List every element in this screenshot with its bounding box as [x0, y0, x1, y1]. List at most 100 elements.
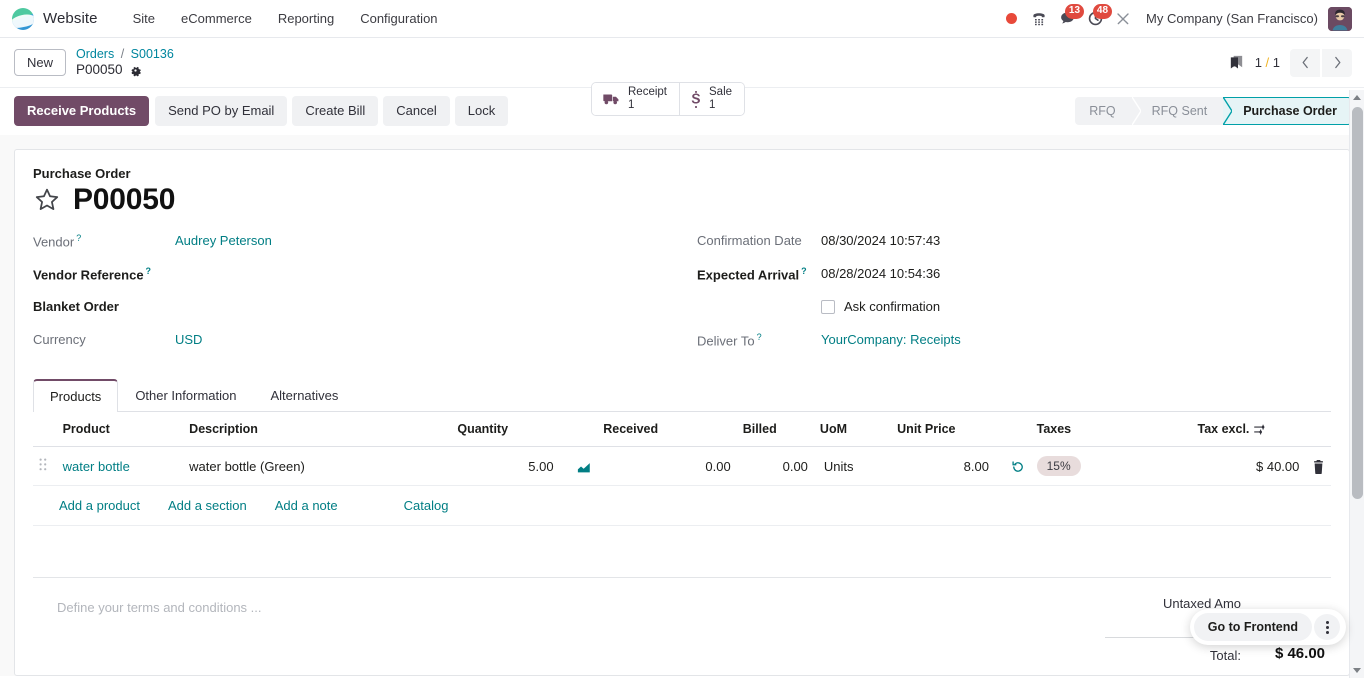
breadcrumb-orders[interactable]: Orders: [76, 47, 114, 61]
catalog-link[interactable]: Catalog: [404, 496, 449, 515]
control-panel: New Orders / S00136 P00050 Receipt 1 Sal…: [0, 38, 1364, 116]
chat-icon[interactable]: 13: [1054, 3, 1085, 32]
tab-other-information[interactable]: Other Information: [118, 379, 253, 412]
stat-button-receipt[interactable]: Receipt 1: [592, 83, 679, 115]
add-a-section-link[interactable]: Add a section: [168, 496, 247, 515]
field-deliver-to-label: Deliver To?: [697, 332, 762, 349]
cell-product[interactable]: water bottle: [56, 446, 184, 487]
col-description[interactable]: Description: [183, 412, 452, 448]
navbar-systray: 13 48 My Company (San Francisco): [998, 3, 1354, 32]
field-vendor-reference-label: Vendor Reference?: [33, 266, 152, 283]
status-arrow-icon: [1131, 96, 1142, 126]
bookmark-icon[interactable]: [1228, 54, 1245, 71]
col-billed[interactable]: Billed: [736, 412, 814, 448]
total-row-grand: Total: $ 46.00: [1061, 642, 1325, 665]
status-step-purchase-order[interactable]: Purchase Order: [1223, 97, 1352, 126]
favorite-star-icon[interactable]: [33, 186, 61, 214]
record-dot-icon[interactable]: [998, 6, 1024, 32]
app-brand[interactable]: Website: [12, 7, 98, 30]
scrollbar-thumb[interactable]: [1352, 107, 1363, 499]
ask-confirmation-label[interactable]: Ask confirmation: [844, 299, 940, 314]
field-confirmation-date-value[interactable]: 08/30/2024 10:57:43: [821, 231, 940, 248]
col-uom[interactable]: UoM: [813, 412, 892, 448]
create-bill-button[interactable]: Create Bill: [292, 96, 379, 127]
col-product[interactable]: Product: [56, 412, 184, 448]
menu-item-reporting[interactable]: Reporting: [265, 4, 347, 33]
ask-confirmation-checkbox[interactable]: [821, 299, 835, 314]
menu-item-site[interactable]: Site: [120, 4, 168, 33]
pager-previous-button[interactable]: [1290, 48, 1320, 77]
help-icon[interactable]: ?: [801, 266, 807, 276]
col-quantity[interactable]: Quantity: [451, 412, 598, 448]
col-tax-excl[interactable]: Tax excl.: [1191, 412, 1331, 448]
cell-tax-excl[interactable]: $ 40.00: [1191, 446, 1331, 487]
pager-counter[interactable]: 1 / 1: [1255, 55, 1280, 70]
dialpad-icon[interactable]: [1026, 6, 1052, 32]
total-value: $ 46.00: [1274, 645, 1325, 663]
scroll-up-icon[interactable]: [1350, 90, 1364, 105]
send-po-by-email-button[interactable]: Send PO by Email: [155, 96, 288, 127]
more-options-icon[interactable]: [1314, 614, 1340, 640]
cell-billed[interactable]: 0.00: [736, 446, 814, 487]
field-currency-value[interactable]: USD: [175, 330, 202, 347]
field-currency-label: Currency: [33, 332, 86, 348]
col-unit-price[interactable]: Unit Price: [891, 412, 1031, 448]
receive-products-button[interactable]: Receive Products: [14, 96, 150, 127]
drag-handle-icon[interactable]: [39, 458, 47, 474]
status-step-rfq[interactable]: RFQ: [1075, 96, 1142, 126]
status-step-rfq-sent[interactable]: RFQ Sent: [1131, 96, 1234, 126]
cell-description[interactable]: water bottle (Green): [183, 446, 452, 487]
scroll-down-icon[interactable]: [1350, 663, 1364, 678]
cell-taxes[interactable]: 15%: [1030, 446, 1192, 487]
menu-item-ecommerce[interactable]: eCommerce: [168, 4, 265, 33]
menu-item-configuration[interactable]: Configuration: [347, 4, 450, 33]
vertical-scrollbar[interactable]: [1349, 90, 1364, 678]
help-icon[interactable]: ?: [757, 332, 762, 342]
tax-badge[interactable]: 15%: [1036, 456, 1081, 477]
reset-price-icon[interactable]: [1011, 460, 1025, 474]
tab-alternatives[interactable]: Alternatives: [253, 379, 355, 412]
terms-and-conditions-input[interactable]: Define your terms and conditions ...: [33, 594, 1061, 665]
form-sheet-container: Purchase Order P00050 Vendor? Audrey Pet…: [0, 135, 1364, 677]
cell-uom[interactable]: Units: [813, 446, 892, 487]
pager-next-button[interactable]: [1322, 48, 1352, 77]
field-currency: Currency USD: [33, 330, 682, 363]
cell-unit-price[interactable]: 8.00: [891, 446, 1031, 487]
cancel-button[interactable]: Cancel: [383, 96, 450, 127]
company-switcher[interactable]: My Company (San Francisco): [1138, 11, 1326, 26]
new-record-button[interactable]: New: [14, 48, 67, 77]
add-a-product-link[interactable]: Add a product: [59, 496, 140, 515]
stat-button-sale[interactable]: Sale 1: [679, 83, 745, 115]
lock-button[interactable]: Lock: [454, 96, 509, 127]
pager-total: 1: [1272, 55, 1280, 70]
field-vendor-value[interactable]: Audrey Peterson: [175, 231, 272, 248]
add-a-note-link[interactable]: Add a note: [275, 496, 338, 515]
col-taxes[interactable]: Taxes: [1030, 412, 1192, 448]
tools-icon[interactable]: [1110, 6, 1136, 32]
status-label-rfq: RFQ: [1089, 104, 1116, 119]
row-drag-handle-cell: [33, 446, 57, 487]
help-icon[interactable]: ?: [76, 233, 81, 243]
status-label-rfq-sent: RFQ Sent: [1151, 104, 1208, 119]
help-icon[interactable]: ?: [146, 266, 152, 276]
table-actions-row: Add a product Add a section Add a note C…: [33, 485, 1331, 527]
clock-icon[interactable]: 48: [1082, 3, 1113, 32]
stat-receipt-label: Receipt: [628, 86, 667, 99]
col-received[interactable]: Received: [597, 412, 737, 448]
cell-quantity[interactable]: 5.00: [451, 446, 598, 487]
table-row[interactable]: water bottle water bottle (Green) 5.00 0…: [33, 446, 1331, 487]
breadcrumb-sale-order[interactable]: S00136: [131, 47, 174, 61]
go-to-frontend-button[interactable]: Go to Frontend: [1193, 613, 1312, 641]
field-vendor: Vendor? Audrey Peterson: [33, 231, 682, 264]
tab-products[interactable]: Products: [33, 379, 119, 413]
field-expected-arrival-value[interactable]: 08/28/2024 10:54:36: [821, 264, 940, 281]
delete-line-icon[interactable]: [1312, 460, 1325, 475]
optional-columns-icon[interactable]: [1253, 423, 1266, 436]
field-deliver-to-value[interactable]: YourCompany: Receipts: [821, 330, 961, 347]
scrollbar-track[interactable]: [1350, 105, 1364, 663]
gear-icon[interactable]: [129, 64, 142, 77]
lines-empty-filler: [33, 526, 1331, 579]
forecast-report-icon[interactable]: [577, 461, 591, 474]
avatar[interactable]: [1328, 6, 1352, 31]
cell-received[interactable]: 0.00: [597, 446, 737, 487]
